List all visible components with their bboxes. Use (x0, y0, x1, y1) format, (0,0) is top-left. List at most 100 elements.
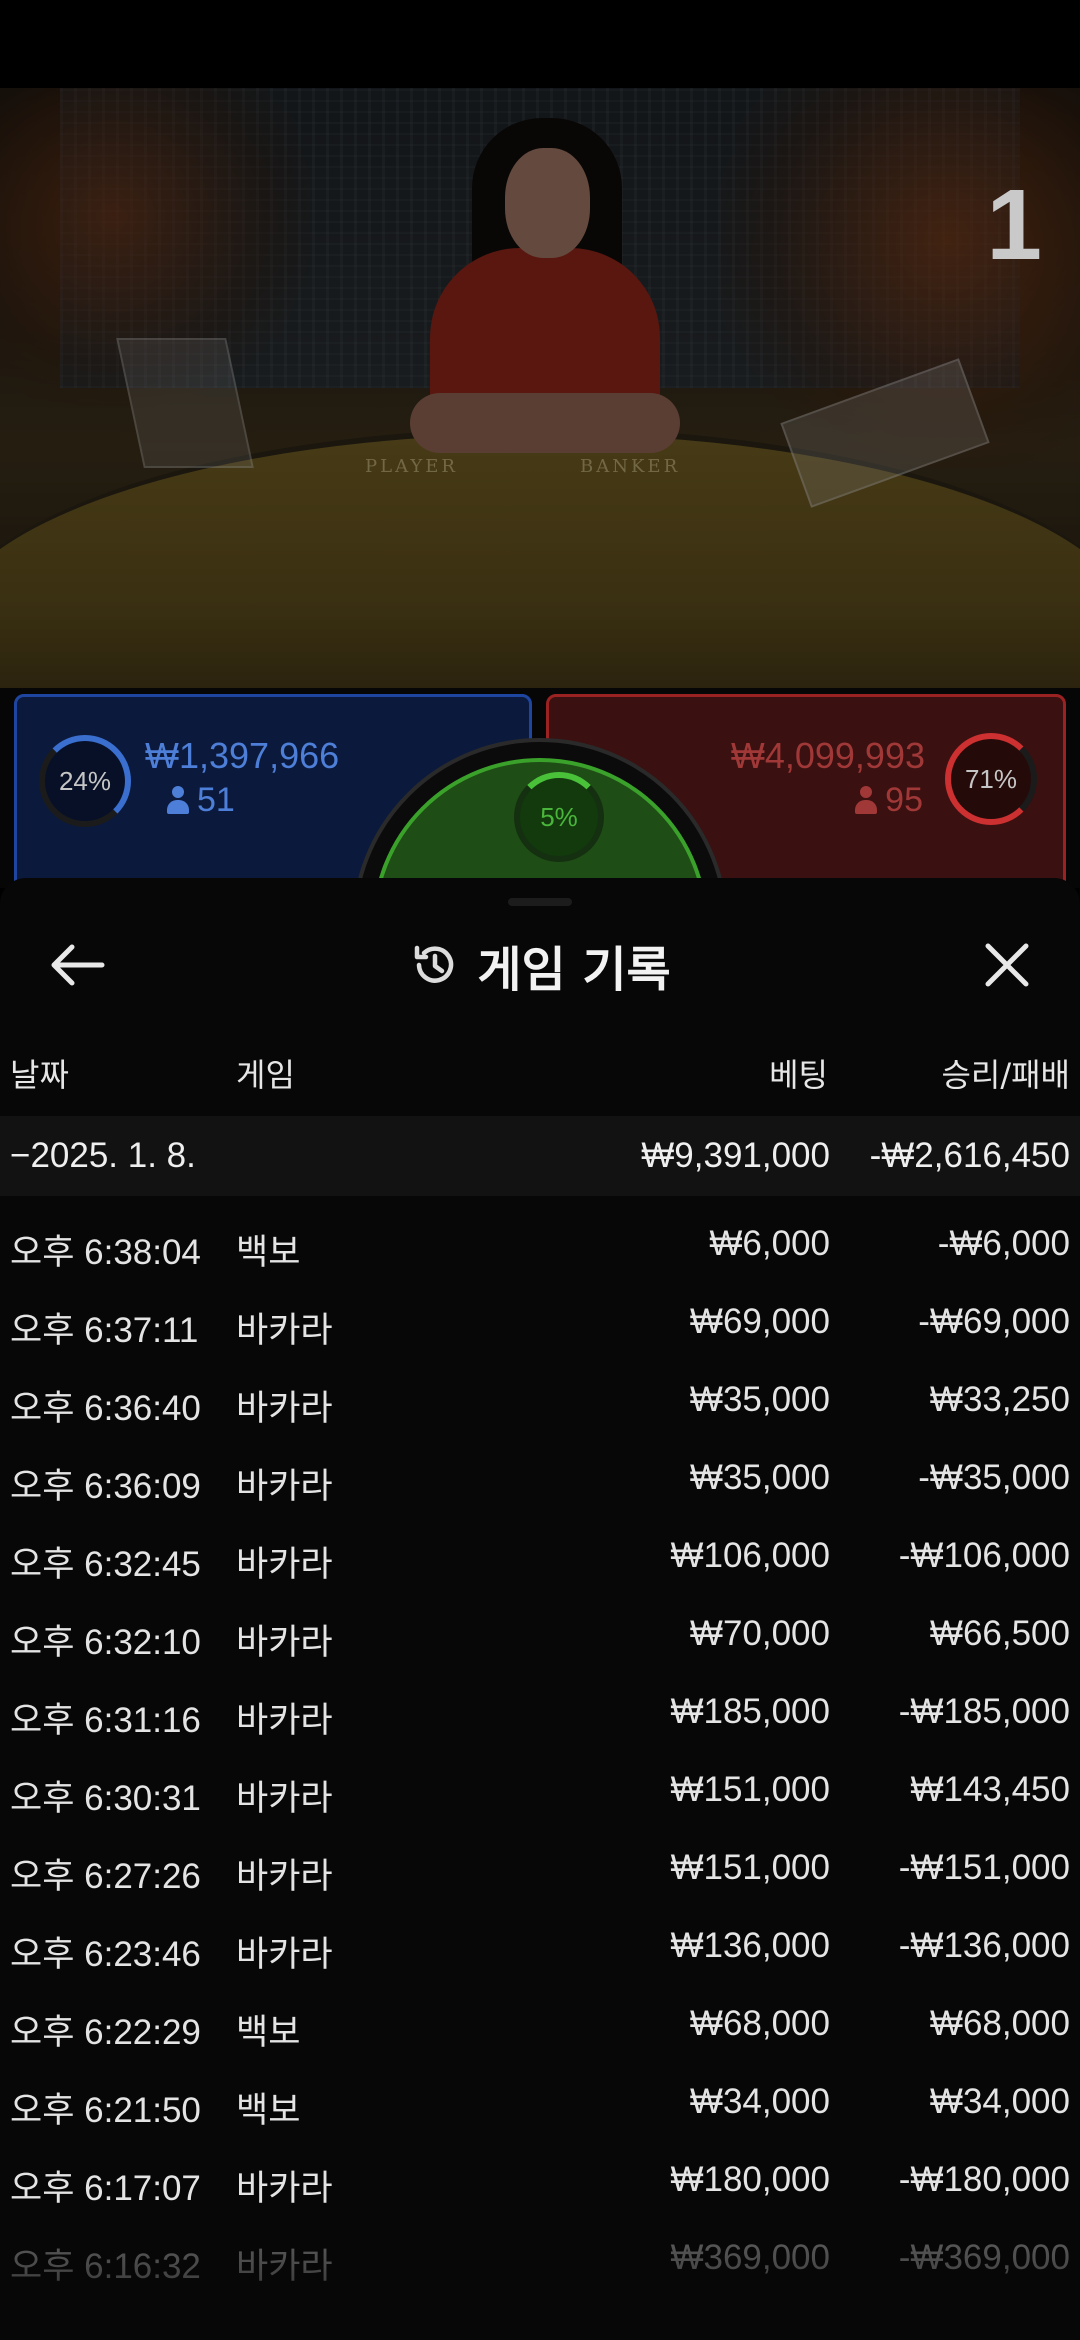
row-bet: ₩369,000 (670, 2238, 830, 2277)
row-time: 오후 6:36:40 (10, 1389, 201, 1428)
column-header-win-loss: 승리/패배 (941, 1056, 1070, 1094)
row-time: 오후 6:30:31 (10, 1779, 201, 1818)
row-win-loss: ₩33,250 (929, 1380, 1070, 1419)
row-win-loss: -₩6,000 (937, 1224, 1070, 1263)
round-number: 1 (986, 169, 1042, 281)
row-time: 오후 6:37:11 (10, 1311, 199, 1350)
row-game: 바카라 (236, 1311, 333, 1350)
row-bet: ₩180,000 (670, 2160, 830, 2199)
row-bet: ₩35,000 (689, 1380, 830, 1419)
history-row[interactable]: 오후 6:22:29 백보 ₩68,000 ₩68,000 (0, 1976, 1080, 2054)
row-game: 바카라 (236, 2169, 333, 2208)
date-group-summary[interactable]: −2025. 1. 8. ₩9,391,000 -₩2,616,450 (0, 1116, 1080, 1196)
sheet-drag-handle[interactable] (508, 898, 572, 906)
player-bet-amount: ₩1,397,966 (145, 735, 340, 776)
row-game: 바카라 (236, 1545, 333, 1584)
banker-percent-ring: 71% (945, 733, 1037, 825)
row-game: 바카라 (236, 1623, 333, 1662)
history-row[interactable]: 오후 6:27:26 바카라 ₩151,000 -₩151,000 (0, 1820, 1080, 1898)
summary-bet-total: ₩9,391,000 (641, 1136, 830, 1175)
column-header-bet: 베팅 (769, 1056, 828, 1094)
row-game: 바카라 (236, 1857, 333, 1896)
row-game: 바카라 (236, 2247, 333, 2286)
row-time: 오후 6:36:09 (10, 1467, 201, 1506)
row-bet: ₩35,000 (689, 1458, 830, 1497)
row-win-loss: -₩35,000 (918, 1458, 1070, 1497)
row-time: 오후 6:38:04 (10, 1233, 201, 1272)
row-time: 오후 6:16:32 (10, 2247, 201, 2286)
history-row[interactable]: 오후 6:36:40 바카라 ₩35,000 ₩33,250 (0, 1352, 1080, 1430)
row-bet: ₩34,000 (689, 2082, 830, 2121)
row-game: 백보 (236, 2013, 301, 2052)
close-icon (985, 943, 1029, 987)
summary-date: −2025. 1. 8. (10, 1136, 196, 1175)
row-bet: ₩136,000 (670, 1926, 830, 1965)
history-row[interactable]: 오후 6:16:32 바카라 ₩369,000 -₩369,000 (0, 2210, 1080, 2288)
status-bar (0, 0, 1080, 88)
row-win-loss: ₩68,000 (929, 2004, 1070, 2043)
player-percent-ring: 24% (39, 735, 131, 827)
tie-percent: 5% (540, 801, 578, 832)
row-win-loss: -₩185,000 (898, 1692, 1070, 1731)
history-row[interactable]: 오후 6:32:10 바카라 ₩70,000 ₩66,500 (0, 1586, 1080, 1664)
row-game: 바카라 (236, 1779, 333, 1818)
row-time: 오후 6:31:16 (10, 1701, 201, 1740)
row-time: 오후 6:22:29 (10, 2013, 201, 2052)
row-bet: ₩6,000 (709, 1224, 830, 1263)
history-row[interactable]: 오후 6:30:31 바카라 ₩151,000 ₩143,450 (0, 1742, 1080, 1820)
row-time: 오후 6:23:46 (10, 1935, 201, 1974)
banker-bet-amount: ₩4,099,993 (730, 735, 925, 776)
history-icon (415, 945, 454, 983)
history-list: 오후 6:38:04 백보 ₩6,000 -₩6,000 오후 6:37:11 바카라 ₩6… (0, 1196, 1080, 2288)
column-header-game: 게임 (236, 1056, 295, 1094)
history-row[interactable]: 오후 6:17:07 바카라 ₩180,000 -₩180,000 (0, 2132, 1080, 2210)
row-win-loss: -₩136,000 (898, 1926, 1070, 1965)
game-history-sheet: 게임 기록 날짜 게임 베팅 승리/패배 −2025. 1. 8. ₩9,391… (0, 878, 1080, 2340)
history-row[interactable]: 오후 6:38:04 백보 ₩6,000 -₩6,000 (0, 1196, 1080, 1274)
row-time: 오후 6:32:10 (10, 1623, 201, 1662)
row-game: 바카라 (236, 1701, 333, 1740)
row-bet: ₩68,000 (689, 2004, 830, 2043)
player-count-value: 51 (197, 781, 235, 819)
row-bet: ₩69,000 (689, 1302, 830, 1341)
summary-win-loss-total: -₩2,616,450 (869, 1136, 1070, 1175)
bet-panels: 24% ₩1,397,966 51 71% ₩4,099,993 95 5% (0, 688, 1080, 1114)
player-bettor-count: 51 (167, 781, 235, 820)
history-row[interactable]: 오후 6:37:11 바카라 ₩69,000 -₩69,000 (0, 1274, 1080, 1352)
history-row[interactable]: 오후 6:23:46 바카라 ₩136,000 -₩136,000 (0, 1898, 1080, 1976)
history-row[interactable]: 오후 6:36:09 바카라 ₩35,000 -₩35,000 (0, 1430, 1080, 1508)
close-button[interactable] (980, 938, 1034, 992)
history-row[interactable]: 오후 6:21:50 백보 ₩34,000 ₩34,000 (0, 2054, 1080, 2132)
row-time: 오후 6:27:26 (10, 1857, 201, 1896)
row-game: 백보 (236, 2091, 301, 2130)
row-bet: ₩151,000 (670, 1848, 830, 1887)
row-win-loss: ₩66,500 (929, 1614, 1070, 1653)
row-win-loss: -₩369,000 (898, 2238, 1070, 2277)
tie-percent-ring: 5% (514, 772, 604, 862)
person-icon (855, 785, 878, 816)
row-game: 바카라 (236, 1935, 333, 1974)
row-bet: ₩70,000 (689, 1614, 830, 1653)
player-percent: 24% (58, 765, 112, 796)
row-bet: ₩151,000 (670, 1770, 830, 1809)
sheet-title-text: 게임 기록 (477, 942, 671, 998)
history-row[interactable]: 오후 6:32:45 바카라 ₩106,000 -₩106,000 (0, 1508, 1080, 1586)
row-bet: ₩106,000 (670, 1536, 830, 1575)
history-row[interactable]: 오후 6:31:16 바카라 ₩185,000 -₩185,000 (0, 1664, 1080, 1742)
history-column-headers: 날짜 게임 베팅 승리/패배 (0, 1046, 1080, 1096)
row-win-loss: ₩143,450 (910, 1770, 1070, 1809)
person-icon (167, 785, 189, 816)
video-dim-overlay (0, 88, 1080, 688)
row-time: 오후 6:21:50 (10, 2091, 201, 2130)
row-time: 오후 6:32:45 (10, 1545, 201, 1584)
row-game: 바카라 (236, 1389, 333, 1428)
live-video-stream[interactable]: PLAYER BANKER 1 (0, 88, 1080, 688)
column-header-date: 날짜 (10, 1056, 69, 1094)
row-win-loss: -₩180,000 (898, 2160, 1070, 2199)
row-game: 백보 (236, 1233, 301, 1272)
sheet-title: 게임 기록 (0, 930, 1080, 1000)
row-time: 오후 6:17:07 (10, 2169, 201, 2208)
banker-percent: 71% (964, 763, 1018, 794)
banker-count-value: 95 (885, 781, 923, 819)
row-win-loss: -₩151,000 (898, 1848, 1070, 1887)
